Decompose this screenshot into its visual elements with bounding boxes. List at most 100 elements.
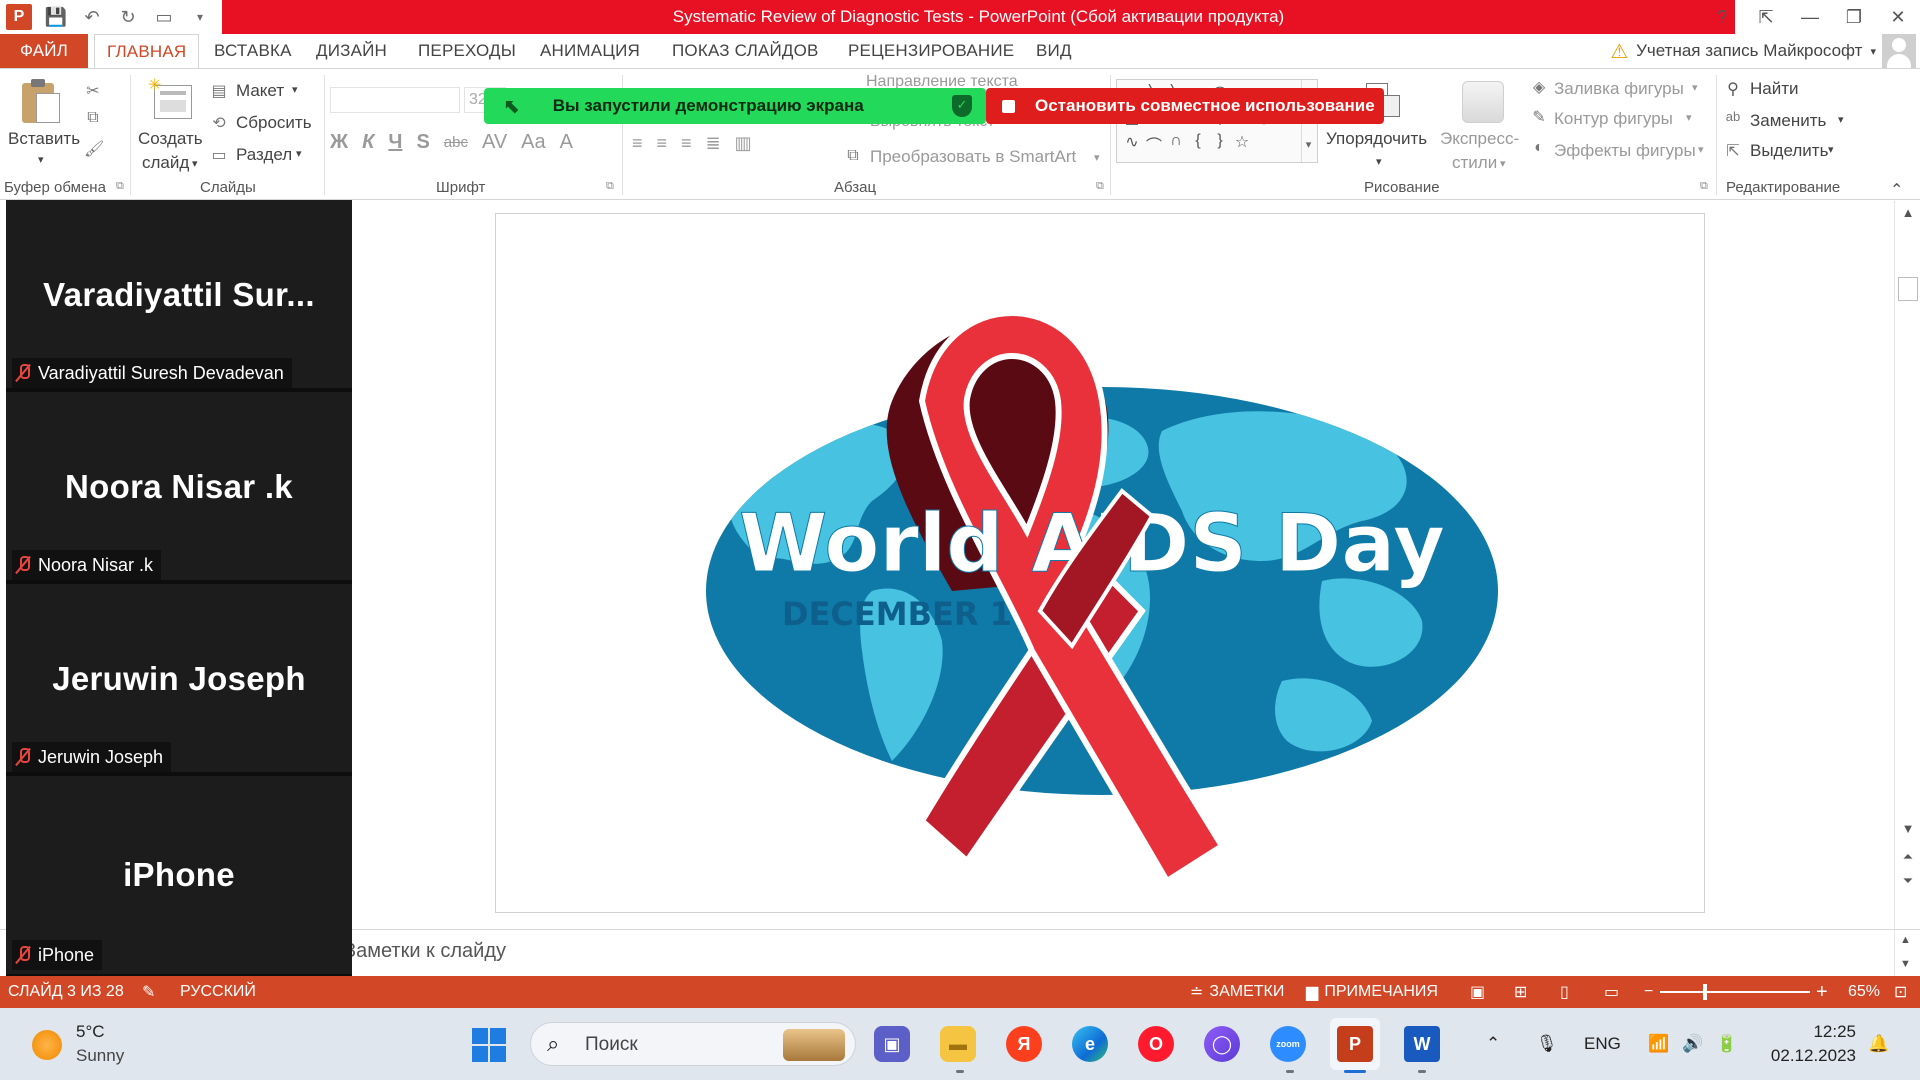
wifi-icon[interactable]: 📶 bbox=[1648, 1008, 1669, 1080]
normal-view-icon[interactable]: ▣ bbox=[1470, 976, 1485, 1008]
select-button[interactable]: Выделить bbox=[1750, 141, 1828, 161]
zoom-slider-thumb[interactable] bbox=[1703, 984, 1707, 1000]
new-slide-dropdown-icon[interactable]: ▾ bbox=[192, 157, 198, 170]
close-button[interactable]: ✕ bbox=[1876, 7, 1920, 28]
section-button[interactable]: Раздел bbox=[236, 145, 292, 165]
font-color-button[interactable]: A bbox=[560, 131, 573, 154]
replace-button[interactable]: Заменить bbox=[1750, 111, 1826, 131]
shape-arc-icon[interactable]: ⌒ bbox=[1143, 132, 1165, 156]
shape-outline-button[interactable]: Контур фигуры bbox=[1554, 109, 1673, 129]
customize-qat-icon[interactable]: ▾ bbox=[188, 5, 212, 29]
microphone-icon[interactable]: 🎙 bbox=[1536, 1008, 1558, 1080]
zoom-in-icon[interactable]: + bbox=[1816, 976, 1828, 1008]
account-area[interactable]: ⚠ Учетная запись Майкрософт ▾ bbox=[1610, 34, 1876, 68]
reading-view-icon[interactable]: ▯ bbox=[1560, 976, 1569, 1008]
change-case-button[interactable]: Aa bbox=[521, 131, 545, 154]
app-icon[interactable]: ◯ bbox=[1204, 1026, 1240, 1062]
language-indicator[interactable]: РУССКИЙ bbox=[180, 976, 256, 1008]
zoom-out-icon[interactable]: − bbox=[1644, 976, 1653, 1008]
justify-icon[interactable]: ≣ bbox=[706, 133, 721, 154]
quick-styles-icon[interactable] bbox=[1460, 79, 1504, 125]
word-icon[interactable]: W bbox=[1404, 1026, 1440, 1062]
shape-brace-right-icon[interactable]: } bbox=[1209, 132, 1231, 156]
layout-button[interactable]: Макет bbox=[236, 81, 284, 101]
comments-toggle-button[interactable]: ▆ ПРИМЕЧАНИЯ bbox=[1306, 976, 1438, 1008]
powerpoint-icon[interactable]: P bbox=[1337, 1026, 1373, 1062]
dialog-launcher-icon[interactable]: ⧉ bbox=[1700, 180, 1708, 193]
edge-icon[interactable]: e bbox=[1072, 1026, 1108, 1062]
paste-dropdown-icon[interactable]: ▾ bbox=[38, 153, 44, 166]
tab-transitions[interactable]: ПЕРЕХОДЫ bbox=[418, 34, 516, 68]
participant-tile[interactable]: Jeruwin Joseph Jeruwin Joseph bbox=[6, 584, 352, 774]
redo-icon[interactable]: ↻ bbox=[116, 5, 140, 29]
zoom-icon[interactable]: zoom bbox=[1270, 1026, 1306, 1062]
powerpoint-logo-icon[interactable]: P bbox=[6, 4, 32, 30]
tab-slideshow[interactable]: ПОКАЗ СЛАЙДОВ bbox=[672, 34, 819, 68]
collapse-ribbon-icon[interactable]: ⌃ bbox=[1890, 180, 1903, 200]
screen-share-status-banner[interactable]: ⬉ Вы запустили демонстрацию экрана ✓ bbox=[484, 88, 986, 124]
quick-styles-button-line2[interactable]: стили bbox=[1452, 153, 1497, 173]
tab-insert[interactable]: ВСТАВКА bbox=[214, 34, 292, 68]
shape-star-icon[interactable]: ☆ bbox=[1231, 132, 1253, 156]
stop-share-button[interactable]: Остановить совместное использование bbox=[986, 88, 1384, 124]
smartart-button[interactable]: Преобразовать в SmartArt bbox=[870, 147, 1076, 167]
slideshow-view-icon[interactable]: ▭ bbox=[1604, 976, 1619, 1008]
start-slideshow-icon[interactable]: ▭ bbox=[152, 5, 176, 29]
zoom-level[interactable]: 65% bbox=[1848, 976, 1880, 1008]
align-left-icon[interactable]: ≡ bbox=[632, 133, 643, 154]
tab-review[interactable]: РЕЦЕНЗИРОВАНИЕ bbox=[848, 34, 1014, 68]
italic-button[interactable]: К bbox=[362, 131, 374, 154]
zoom-slider[interactable] bbox=[1660, 991, 1810, 993]
scroll-up-icon[interactable]: ▲ bbox=[1900, 934, 1911, 946]
arrange-button[interactable]: Упорядочить bbox=[1326, 129, 1427, 149]
tray-overflow-icon[interactable]: ⌃ bbox=[1486, 1008, 1500, 1080]
opera-icon[interactable]: O bbox=[1138, 1026, 1174, 1062]
paste-button[interactable]: Вставить bbox=[8, 129, 80, 149]
participant-tile[interactable]: Noora Nisar .k Noora Nisar .k bbox=[6, 392, 352, 582]
notes-scrollbar[interactable]: ▲ ▼ bbox=[1894, 930, 1920, 977]
dialog-launcher-icon[interactable]: ⧉ bbox=[606, 180, 614, 193]
slide-sorter-icon[interactable]: ⊞ bbox=[1514, 976, 1527, 1008]
dialog-launcher-icon[interactable]: ⧉ bbox=[116, 180, 124, 193]
notifications-bell-icon[interactable]: 🔔 bbox=[1868, 1008, 1889, 1080]
save-icon[interactable]: 💾 bbox=[44, 5, 68, 29]
prev-slide-icon[interactable]: ⏶ bbox=[1899, 849, 1917, 867]
dialog-launcher-icon[interactable]: ⧉ bbox=[1096, 180, 1104, 193]
taskbar-search[interactable]: ⌕ Поиск bbox=[530, 1022, 856, 1066]
new-slide-icon[interactable]: ✳ bbox=[148, 77, 194, 123]
battery-icon[interactable]: 🔋 bbox=[1716, 1008, 1737, 1080]
vertical-scrollbar[interactable]: ▲ ▼ ⏶ ⏷ bbox=[1894, 201, 1920, 929]
participant-tile[interactable]: Varadiyattil Sur... Varadiyattil Suresh … bbox=[6, 200, 352, 390]
strikethrough-button[interactable]: abc bbox=[444, 134, 468, 151]
scroll-down-icon[interactable]: ▼ bbox=[1900, 958, 1911, 970]
shadow-button[interactable]: S bbox=[416, 131, 429, 154]
quick-styles-button[interactable]: Экспресс- bbox=[1440, 129, 1519, 149]
notes-placeholder[interactable]: Заметки к слайду bbox=[344, 940, 506, 963]
scroll-thumb[interactable] bbox=[1898, 277, 1918, 301]
new-slide-button-line2[interactable]: слайд bbox=[142, 153, 189, 173]
scroll-down-icon[interactable]: ▼ bbox=[1899, 821, 1917, 839]
file-explorer-icon[interactable]: ▬ bbox=[940, 1026, 976, 1062]
tab-home[interactable]: ГЛАВНАЯ bbox=[94, 34, 200, 68]
minimize-button[interactable]: — bbox=[1788, 7, 1832, 28]
tab-file[interactable]: ФАЙЛ bbox=[0, 34, 88, 68]
undo-icon[interactable]: ↶ bbox=[80, 5, 104, 29]
reset-button[interactable]: Сбросить bbox=[236, 113, 312, 133]
ribbon-display-options-icon[interactable]: ⇱ bbox=[1744, 7, 1788, 28]
tab-design[interactable]: ДИЗАЙН bbox=[316, 34, 387, 68]
format-painter-icon[interactable]: 🖌 bbox=[84, 139, 104, 159]
help-icon[interactable]: ? bbox=[1700, 7, 1744, 28]
tab-view[interactable]: ВИД bbox=[1036, 34, 1072, 68]
paste-icon[interactable] bbox=[22, 77, 62, 125]
shape-effects-button[interactable]: Эффекты фигуры bbox=[1554, 141, 1696, 161]
spellcheck-icon[interactable]: ✎ bbox=[142, 976, 155, 1008]
participant-tile[interactable]: iPhone iPhone bbox=[6, 776, 352, 976]
font-name-combo[interactable] bbox=[330, 87, 460, 113]
align-right-icon[interactable]: ≡ bbox=[681, 133, 692, 154]
tab-animations[interactable]: АНИМАЦИЯ bbox=[540, 34, 640, 68]
shape-fill-button[interactable]: Заливка фигуры bbox=[1554, 79, 1684, 99]
cut-icon[interactable]: ✂ bbox=[84, 81, 102, 101]
align-center-icon[interactable]: ≡ bbox=[657, 133, 668, 154]
chat-icon[interactable]: ▣ bbox=[874, 1026, 910, 1062]
char-spacing-button[interactable]: AV bbox=[482, 131, 507, 154]
